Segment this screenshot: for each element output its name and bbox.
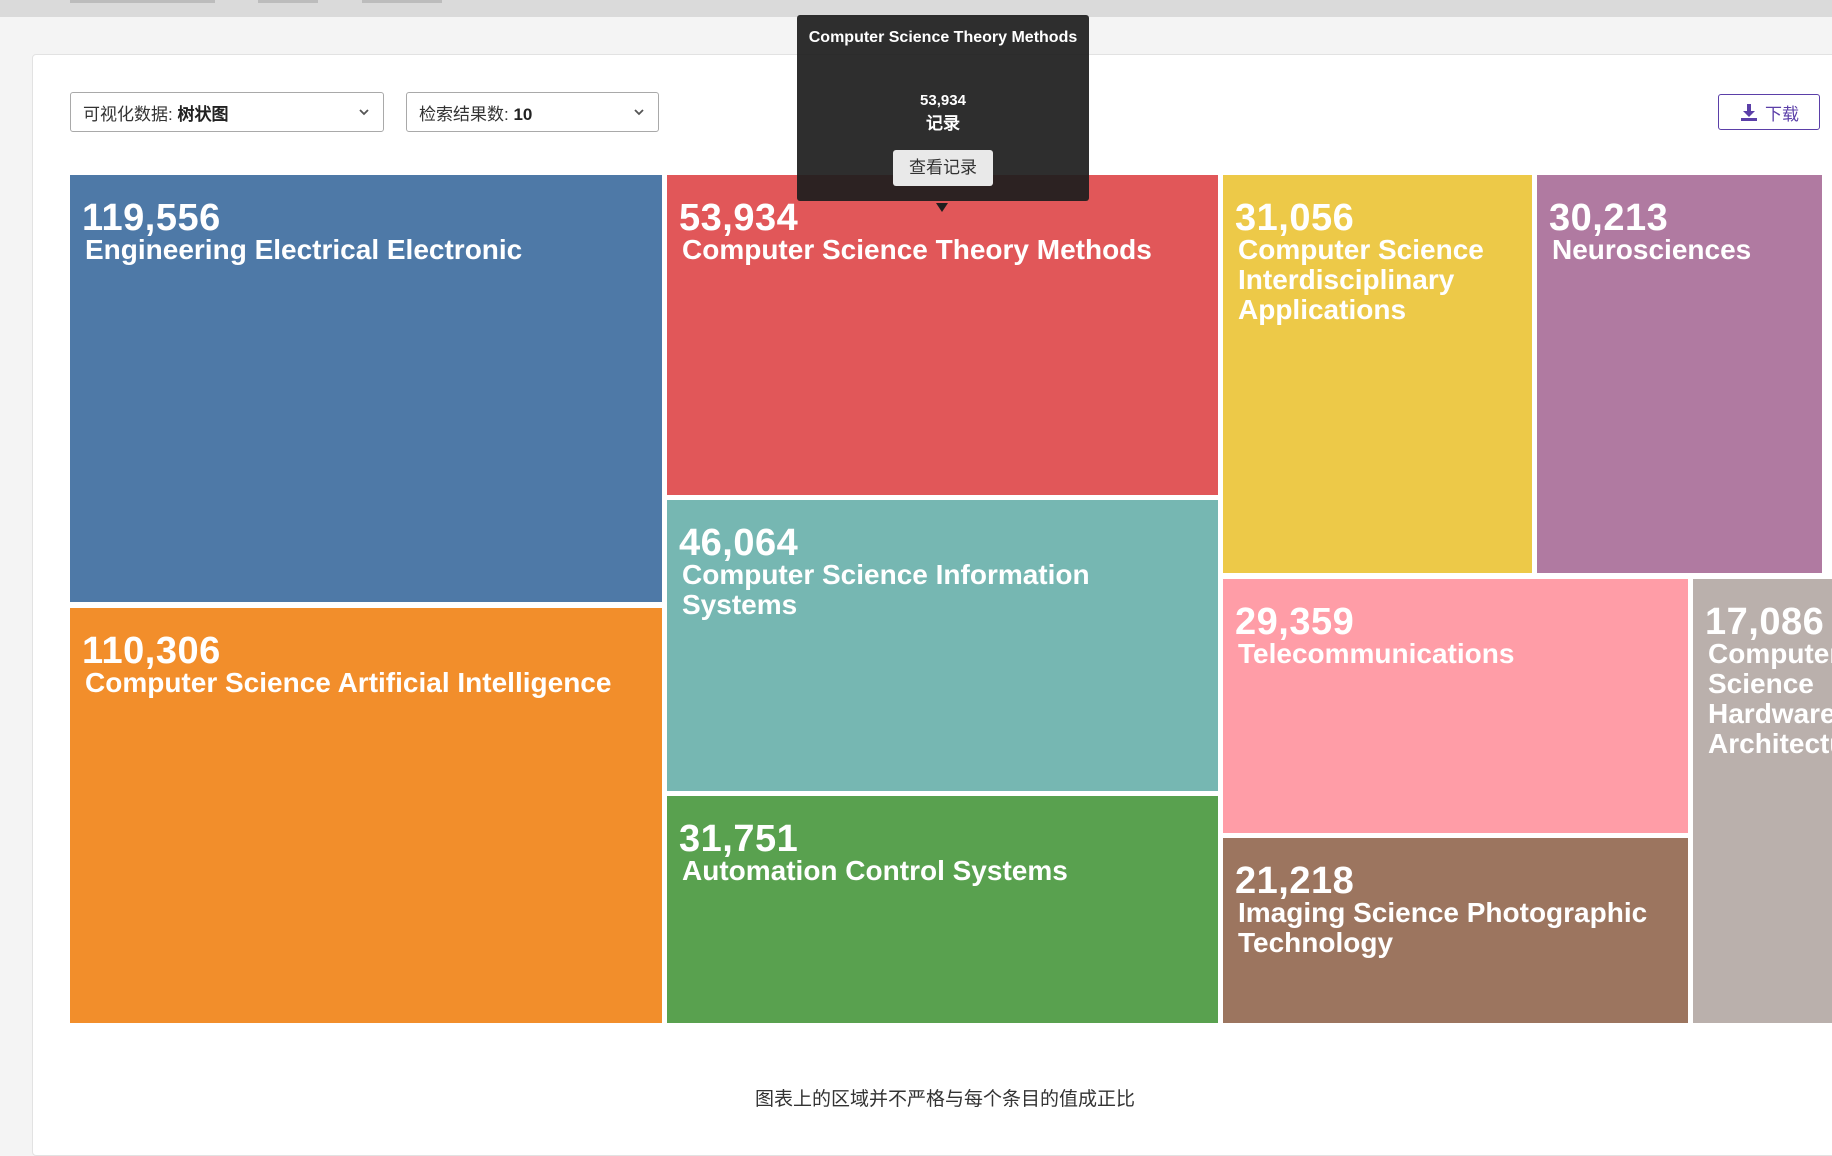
treemap-tile[interactable]: 119,556 Engineering Electrical Electronic <box>70 175 662 602</box>
treemap-tile-value: 31,056 <box>1235 197 1355 239</box>
treemap-tile[interactable]: 46,064 Computer Science Information Syste… <box>667 500 1218 791</box>
download-label: 下载 <box>1765 104 1799 124</box>
visualization-select-text: 可视化数据: 树状图 <box>83 100 228 125</box>
download-button[interactable]: 下载 <box>1718 94 1820 130</box>
treemap-tile[interactable]: 53,934 Computer Science Theory Methods <box>667 175 1218 495</box>
visualization-select[interactable]: 可视化数据: 树状图 <box>70 92 384 132</box>
treemap-tile-value: 17,086 <box>1705 601 1825 643</box>
treemap-tile-label: Imaging Science Photographic Technology <box>1238 897 1648 958</box>
result-count-label: 检索结果数: <box>419 104 509 124</box>
treemap-tile[interactable]: 30,213 Neurosciences <box>1537 175 1822 573</box>
tooltip: Computer Science Theory Methods 53,934 记… <box>797 15 1089 212</box>
top-bar-tab-marker <box>70 0 215 3</box>
result-count-value: 10 <box>513 104 533 124</box>
treemap-tile-value: 29,359 <box>1235 601 1355 643</box>
top-bar-tab-marker <box>258 0 318 3</box>
treemap-tile[interactable]: 110,306 Computer Science Artificial Intel… <box>70 608 662 1023</box>
treemap-tile[interactable]: 17,086 Computer Science Hardware Architec… <box>1693 579 1832 1023</box>
top-bar-tab-marker <box>362 0 442 3</box>
treemap-tile-label: Computer Science Artificial Intelligence <box>85 667 612 698</box>
treemap-tile-value: 119,556 <box>82 197 221 239</box>
visualization-select-label: 可视化数据: <box>83 104 173 124</box>
treemap-tile-value: 31,751 <box>679 818 799 860</box>
tooltip-unit: 记录 <box>926 114 960 133</box>
result-count-select[interactable]: 检索结果数: 10 <box>406 92 659 132</box>
treemap-tile-label: Telecommunications <box>1238 638 1515 669</box>
visualization-select-value: 树状图 <box>177 104 229 124</box>
treemap-tile-value: 21,218 <box>1235 860 1355 902</box>
chevron-down-icon <box>359 109 369 116</box>
treemap-tile[interactable]: 29,359 Telecommunications <box>1223 579 1688 833</box>
download-icon <box>1741 104 1757 121</box>
treemap-tile-value: 46,064 <box>679 522 799 564</box>
view-records-button[interactable]: 查看记录 <box>893 150 993 186</box>
treemap-tile-label: Engineering Electrical Electronic <box>85 234 523 265</box>
treemap-tile-value: 110,306 <box>82 630 221 672</box>
treemap-tile-label: Computer Science Information Systems <box>682 559 1090 620</box>
treemap-tile[interactable]: 31,751 Automation Control Systems <box>667 796 1218 1023</box>
treemap-tile[interactable]: 21,218 Imaging Science Photographic Techn… <box>1223 838 1688 1023</box>
tooltip-count: 53,934 <box>920 92 966 109</box>
treemap-tile-label: Computer Science Interdisciplinary Appli… <box>1238 234 1484 325</box>
treemap-tile-label: Neurosciences <box>1552 234 1752 265</box>
treemap-tile[interactable]: 31,056 Computer Science Interdisciplinary… <box>1223 175 1532 573</box>
treemap-tile-label: Computer Science Theory Methods <box>682 234 1152 265</box>
tooltip-arrow <box>936 203 948 212</box>
result-count-select-text: 检索结果数: 10 <box>419 100 532 125</box>
chart-footnote: 图表上的区域并不严格与每个条目的值成正比 <box>754 1089 1135 1110</box>
treemap-tile-value: 30,213 <box>1549 197 1669 239</box>
treemap-tile-label: Computer Science Hardware Architecture <box>1708 638 1832 759</box>
treemap-tile-label: Automation Control Systems <box>682 855 1068 886</box>
treemap-tile-value: 53,934 <box>679 197 799 239</box>
tooltip-title: Computer Science Theory Methods <box>808 29 1078 46</box>
chevron-down-icon <box>634 109 644 116</box>
